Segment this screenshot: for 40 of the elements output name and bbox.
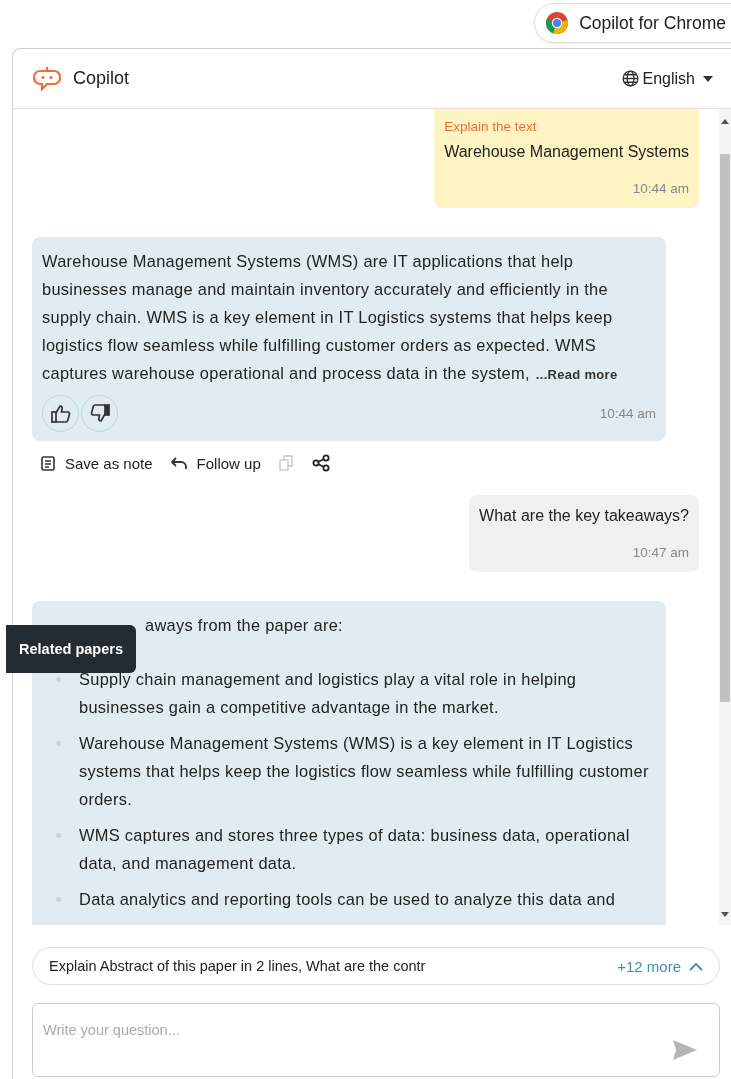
chrome-logo-icon	[545, 11, 570, 35]
tooltip: Related papers	[6, 625, 136, 673]
bullet-icon	[56, 677, 61, 682]
message-text: Warehouse Management Systems	[444, 143, 689, 161]
more-suggestions-button[interactable]: +12 more	[617, 957, 703, 975]
copy-icon	[278, 455, 294, 471]
extension-label: Copilot for Chrome	[579, 12, 726, 34]
scroll-up-icon[interactable]	[721, 119, 729, 124]
message-text: Warehouse Management Systems (WMS) are IT applications that help businesses manage and maintain inventory accurately and efficiently in the supply chain. WMS is a key element in IT Logistics systems that helps keep logistics flow seamless while fulfilling customer orders as expected. WMS captures warehouse operational and process data in the system, ...Read more	[42, 251, 619, 384]
thumbs-down-icon	[89, 404, 110, 423]
reply-arrow-icon	[170, 456, 187, 470]
message-text: What are the key takeaways?	[479, 507, 689, 525]
bullet-icon	[56, 741, 61, 746]
message-text: aways from the paper are:	[145, 616, 343, 634]
list-item-text: Data analytics and reporting tools can be used to analyze this data and	[79, 889, 616, 910]
bullet-icon	[56, 833, 61, 838]
share-icon	[311, 454, 330, 472]
chevron-up-icon	[689, 961, 703, 971]
read-more-link[interactable]: ...Read more	[535, 367, 618, 382]
globe-icon	[621, 70, 639, 87]
scroll-down-icon[interactable]	[721, 912, 729, 917]
bullet-icon	[56, 897, 61, 902]
app-title: Copilot	[73, 68, 130, 89]
message-time: 10:44 am	[632, 181, 689, 196]
message-tag: Explain the text	[444, 119, 537, 134]
save-note-button[interactable]: Save as note	[41, 454, 153, 472]
suggested-question[interactable]: Explain Abstract of this paper in 2 lines, What are the contr	[49, 958, 618, 974]
message-time: 10:47 am	[632, 545, 689, 560]
list-item-text: WMS captures and stores three types of data: business data, operational data, and management data.	[79, 825, 631, 874]
language-selector[interactable]: English	[621, 69, 713, 88]
caret-down-icon	[703, 75, 713, 82]
follow-up-button[interactable]: Follow up	[170, 454, 261, 472]
share-button[interactable]	[311, 454, 330, 472]
list-item-text: Warehouse Management Systems (WMS) is a key element in IT Logistics systems that helps keep the logistics flow seamless while fulfilling customer orders.	[79, 733, 650, 810]
thumbs-up-icon	[50, 404, 71, 423]
message-time: 10:44 am	[599, 406, 656, 421]
question-input-field[interactable]: Write your question...	[32, 1003, 720, 1077]
chat-bot-logo-icon	[33, 65, 61, 92]
note-icon	[41, 455, 55, 471]
scrollbar-thumb[interactable]	[720, 154, 730, 702]
